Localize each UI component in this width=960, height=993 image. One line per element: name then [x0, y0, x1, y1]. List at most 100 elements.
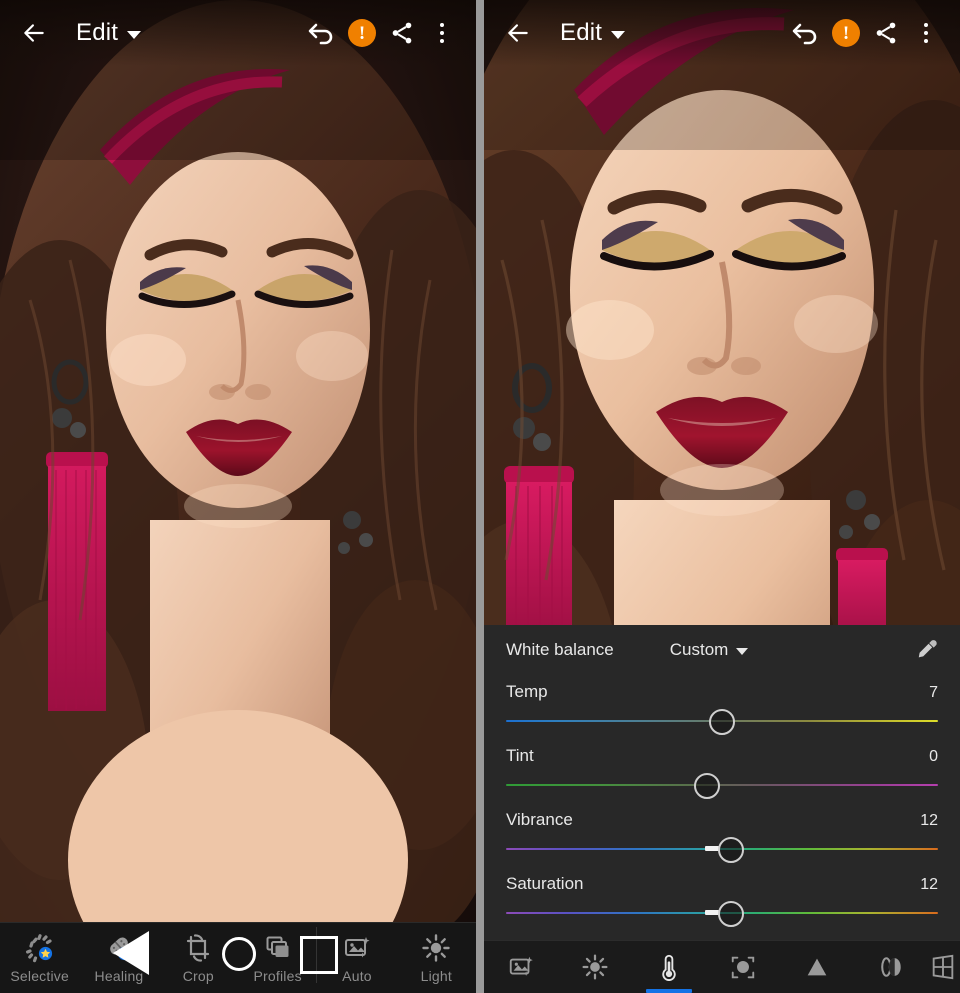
- white-balance-select[interactable]: Custom: [670, 640, 749, 660]
- tool-label: Profiles: [253, 968, 302, 984]
- eyedropper-button[interactable]: [914, 638, 938, 662]
- arrow-left-icon: [24, 24, 44, 42]
- undo-icon: [792, 23, 817, 45]
- share-icon: [392, 22, 412, 44]
- back-button[interactable]: [498, 13, 538, 53]
- slider-track: [506, 784, 938, 786]
- tab-geometry[interactable]: [928, 941, 960, 993]
- slider-value: 12: [920, 876, 938, 893]
- right-photo-panel: Edit ! White balance Custom Temp 7 Tint …: [484, 0, 960, 993]
- slider-knob[interactable]: [717, 901, 744, 927]
- slider-vibrance: Vibrance 12: [506, 810, 938, 863]
- tab-effects[interactable]: [706, 941, 780, 993]
- color-edit-panel: White balance Custom Temp 7 Tint 0 Vibra…: [484, 625, 960, 940]
- tool-light[interactable]: Light: [397, 923, 476, 993]
- tool-crop[interactable]: Crop: [159, 923, 238, 993]
- slider-temp: Temp 7: [506, 682, 938, 735]
- tool-auto[interactable]: Auto: [317, 923, 396, 993]
- healing-icon: [104, 932, 134, 964]
- slider-track-area[interactable]: [506, 837, 938, 863]
- more-vertical-icon: [440, 23, 444, 43]
- share-icon: [876, 22, 896, 44]
- slider-label: Tint: [506, 746, 534, 765]
- warning-symbol: !: [842, 22, 850, 44]
- tool-label: Light: [420, 968, 452, 984]
- white-balance-value: Custom: [669, 640, 729, 659]
- slider-default-tick: [704, 910, 719, 915]
- slider-value: 12: [920, 812, 938, 829]
- active-tab-indicator: [646, 989, 692, 993]
- tab-light[interactable]: [558, 941, 632, 993]
- slider-saturation: Saturation 12: [506, 874, 938, 927]
- white-balance-label: White balance: [506, 640, 614, 659]
- more-vertical-icon: [924, 23, 928, 43]
- detail-icon: [807, 958, 827, 976]
- undo-icon: [308, 23, 333, 45]
- overflow-menu-button[interactable]: [906, 13, 946, 53]
- slider-knob[interactable]: [717, 837, 744, 863]
- left-bottom-toolbar: Selective Healing Crop Profiles Auto Lig…: [0, 922, 476, 993]
- undo-button[interactable]: [302, 13, 342, 53]
- share-button[interactable]: [866, 13, 906, 53]
- slider-header: Temp 7: [506, 682, 938, 702]
- auto-icon: [509, 956, 533, 976]
- auto-icon: [342, 932, 372, 964]
- slider-tint: Tint 0: [506, 746, 938, 799]
- warning-button[interactable]: !: [826, 13, 866, 53]
- profiles-icon: [263, 932, 293, 964]
- left-photo[interactable]: [0, 0, 476, 993]
- light-icon: [582, 954, 608, 980]
- tab-detail[interactable]: [780, 941, 854, 993]
- color-icon: [662, 954, 676, 981]
- left-photo-panel: Edit ! Selective Healing Crop Profiles A…: [0, 0, 476, 993]
- tool-healing[interactable]: Healing: [79, 923, 158, 993]
- arrow-left-icon: [508, 24, 528, 42]
- eyedropper-icon: [918, 640, 937, 658]
- slider-label: Saturation: [506, 874, 584, 893]
- left-top-bar: Edit !: [0, 0, 476, 66]
- slider-track-area[interactable]: [506, 901, 938, 927]
- tool-profiles[interactable]: Profiles: [238, 923, 318, 993]
- chevron-down-icon: [736, 648, 749, 655]
- edit-title-dropdown[interactable]: Edit: [560, 19, 626, 47]
- slider-label: Vibrance: [506, 810, 573, 829]
- slider-header: Saturation 12: [506, 874, 938, 894]
- page-title: Edit: [560, 19, 603, 46]
- tool-label: Selective: [10, 968, 69, 984]
- slider-knob[interactable]: [709, 709, 735, 735]
- back-button[interactable]: [14, 13, 54, 53]
- app-root: Edit ! Selective Healing Crop Profiles A…: [0, 0, 960, 993]
- tab-color[interactable]: [632, 941, 706, 993]
- slider-label: Temp: [506, 682, 548, 701]
- slider-default-tick: [704, 846, 719, 851]
- panel-divider: [476, 0, 484, 993]
- slider-track-area[interactable]: [506, 709, 938, 735]
- warning-symbol: !: [358, 22, 366, 44]
- right-bottom-toolbar: [484, 940, 960, 993]
- slider-track-area[interactable]: [506, 773, 938, 799]
- portrait-illustration: [0, 0, 476, 993]
- tab-auto[interactable]: [484, 941, 558, 993]
- slider-header: Tint 0: [506, 746, 938, 766]
- page-title: Edit: [76, 19, 119, 46]
- caret-down-icon: [611, 31, 626, 39]
- tool-label: Healing: [94, 968, 144, 984]
- tool-label: Auto: [342, 968, 372, 984]
- share-button[interactable]: [382, 13, 422, 53]
- undo-button[interactable]: [786, 13, 826, 53]
- geometry-icon: [932, 954, 954, 980]
- tool-selective[interactable]: Selective: [0, 923, 79, 993]
- overflow-menu-button[interactable]: [422, 13, 462, 53]
- warning-button[interactable]: !: [342, 13, 382, 53]
- tool-label: Crop: [182, 968, 214, 984]
- edit-title-dropdown[interactable]: Edit: [76, 19, 142, 47]
- crop-icon: [183, 932, 213, 964]
- light-icon: [421, 932, 451, 964]
- optics-icon: [881, 957, 901, 977]
- slider-knob[interactable]: [693, 773, 720, 799]
- tab-optics[interactable]: [854, 941, 928, 993]
- warning-badge-icon: !: [348, 19, 376, 47]
- right-top-bar: Edit !: [484, 0, 960, 66]
- slider-value: 7: [929, 684, 938, 701]
- slider-header: Vibrance 12: [506, 810, 938, 830]
